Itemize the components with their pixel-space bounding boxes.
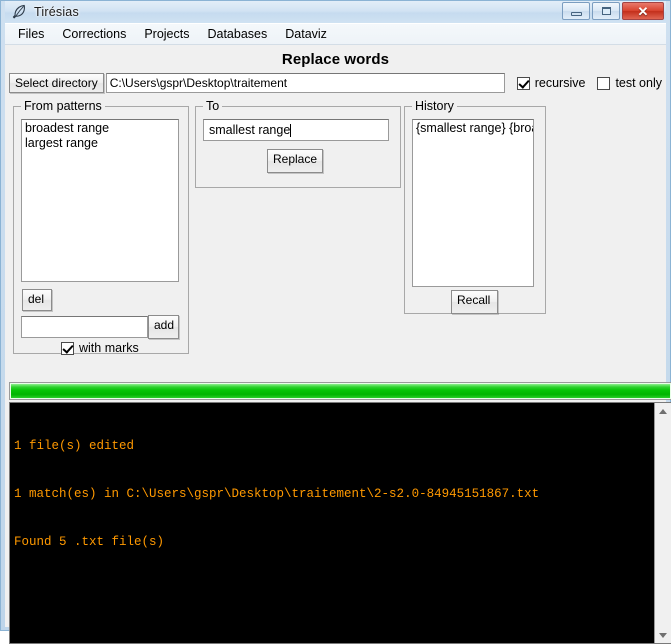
recursive-checkbox[interactable]: recursive — [516, 76, 586, 90]
test-only-checkbox[interactable]: test only — [597, 76, 662, 90]
page-title: Replace words — [281, 51, 390, 68]
history-legend: History — [412, 99, 457, 113]
with-marks-label: with marks — [79, 341, 139, 355]
menu-item-corrections[interactable]: Corrections — [53, 25, 135, 44]
list-item[interactable]: largest range — [24, 136, 178, 151]
progress-bar-fill — [11, 384, 670, 398]
from-patterns-group: From patterns broadest range largest ran… — [13, 99, 189, 355]
history-listbox[interactable]: {smallest range} {broad — [412, 119, 534, 287]
with-marks-checkbox[interactable]: with marks — [61, 341, 139, 355]
delete-pattern-button[interactable]: del — [22, 289, 52, 311]
test-only-checkbox-box[interactable] — [597, 76, 611, 90]
list-item[interactable]: broadest range — [24, 121, 178, 136]
console-line: Found 5 .txt file(s) — [14, 535, 165, 549]
menu-item-projects[interactable]: Projects — [135, 25, 198, 44]
chevron-down-icon — [659, 632, 667, 638]
recall-button[interactable]: Recall — [451, 290, 498, 314]
directory-row: Select directory recursive test only — [5, 72, 666, 94]
minimize-icon — [570, 11, 582, 16]
console-output[interactable]: 1 file(s) edited 1 match(es) in C:\Users… — [10, 403, 654, 643]
add-pattern-input[interactable] — [21, 316, 148, 338]
to-group: To smallest range Replace — [195, 99, 401, 188]
text-caret — [290, 123, 292, 137]
minimize-button[interactable] — [562, 2, 590, 20]
panels-row: From patterns broadest range largest ran… — [5, 98, 666, 355]
menu-item-files[interactable]: Files — [9, 25, 53, 44]
client-area: Files Corrections Projects Databases Dat… — [5, 23, 671, 644]
menu-bar: Files Corrections Projects Databases Dat… — [5, 24, 666, 45]
console-line: 1 file(s) edited — [14, 439, 135, 453]
maximize-button[interactable] — [592, 2, 620, 20]
close-icon: ✕ — [637, 3, 649, 19]
recursive-checkbox-box[interactable] — [516, 76, 530, 90]
console-output-panel: 1 file(s) edited 1 match(es) in C:\Users… — [9, 402, 671, 644]
list-item[interactable]: {smallest range} {broad — [415, 121, 533, 136]
console-line: 1 match(es) in C:\Users\gspr\Desktop\tra… — [14, 487, 540, 501]
window-controls: ✕ — [562, 2, 664, 20]
directory-path-input[interactable] — [105, 73, 505, 93]
chevron-up-icon — [659, 408, 667, 414]
from-patterns-listbox[interactable]: broadest range largest range — [21, 119, 179, 282]
maximize-icon — [601, 7, 611, 15]
menu-item-dataviz[interactable]: Dataviz — [276, 25, 336, 44]
recursive-label: recursive — [534, 76, 586, 90]
history-group: History {smallest range} {broad Recall — [404, 99, 546, 314]
to-input-value: smallest range — [209, 123, 291, 137]
scroll-down-button[interactable] — [655, 627, 671, 643]
select-directory-button[interactable]: Select directory — [9, 73, 104, 93]
window-title: Tirésias — [34, 5, 79, 19]
quill-feather-icon — [12, 4, 25, 19]
add-pattern-button[interactable]: add — [148, 315, 179, 339]
console-vertical-scrollbar[interactable] — [654, 403, 671, 643]
to-legend: To — [203, 99, 223, 113]
replace-button[interactable]: Replace — [267, 149, 323, 173]
scroll-up-button[interactable] — [655, 403, 671, 419]
application-window: Tirésias ✕ Files Corrections Projects Da… — [0, 0, 671, 644]
title-bar: Tirésias ✕ — [5, 1, 666, 23]
with-marks-checkbox-box[interactable] — [61, 341, 74, 355]
to-input[interactable]: smallest range — [203, 119, 389, 141]
menu-item-databases[interactable]: Databases — [198, 25, 276, 44]
close-button[interactable]: ✕ — [622, 2, 664, 20]
from-patterns-legend: From patterns — [21, 99, 105, 113]
progress-bar — [9, 382, 671, 400]
test-only-label: test only — [615, 76, 662, 90]
